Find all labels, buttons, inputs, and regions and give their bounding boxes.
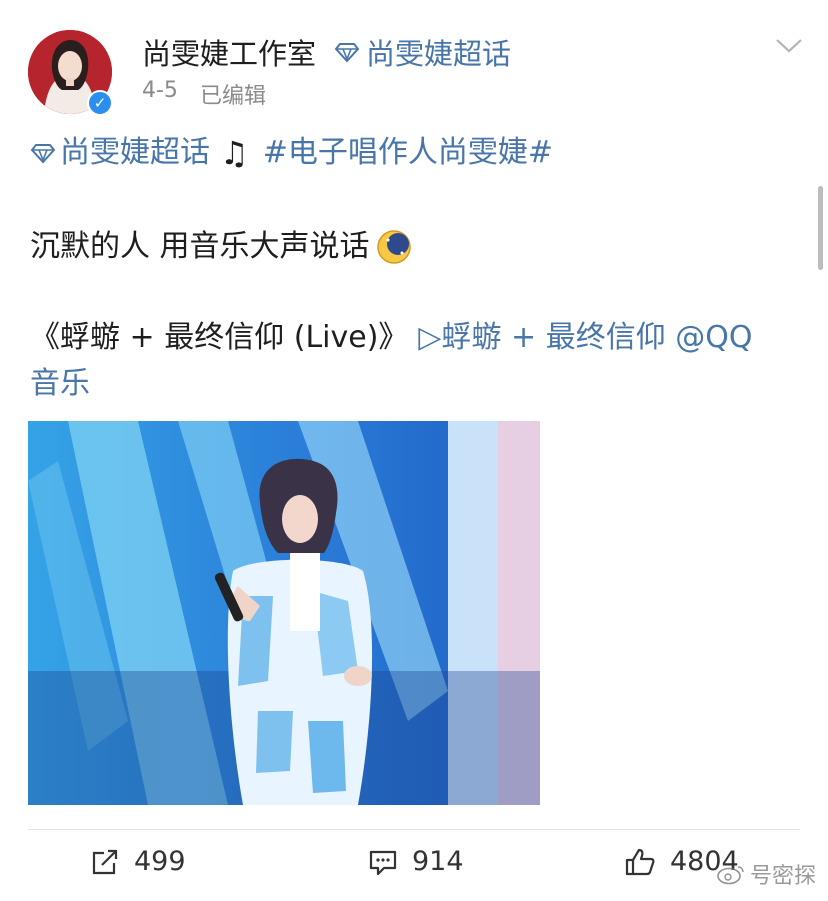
- header-topic-link[interactable]: 尚雯婕超话: [334, 31, 511, 73]
- comment-icon: [369, 850, 397, 875]
- action-bar: 499 914 4804: [0, 840, 828, 890]
- diamond-icon: [334, 43, 360, 63]
- post-photo[interactable]: [28, 421, 540, 805]
- post-text-content: 沉默的人 用音乐大声说话: [30, 229, 370, 264]
- song-link[interactable]: ▷蜉蝣 + 最终信仰 @QQ: [418, 316, 752, 360]
- username[interactable]: 尚雯婕工作室: [142, 31, 316, 73]
- song-title: 《蜉蝣 + 最终信仰 (Live)》: [30, 320, 409, 355]
- comment-button[interactable]: 914: [368, 846, 464, 877]
- song-link-continued[interactable]: 音乐: [30, 362, 90, 406]
- repost-icon: [92, 849, 118, 874]
- watermark-text: 号密探: [750, 864, 817, 889]
- topic-link[interactable]: 尚雯婕超话: [60, 131, 210, 175]
- post-header: ✓ 尚雯婕工作室 尚雯婕超话 4-5 已编辑: [0, 0, 828, 120]
- watermark: 号密探: [716, 858, 816, 890]
- verified-badge-icon: ✓: [87, 90, 113, 116]
- edited-label[interactable]: 已编辑: [200, 78, 266, 110]
- comment-count: 914: [412, 846, 464, 877]
- header-topic-label: 尚雯婕超话: [366, 37, 512, 71]
- post-text: 沉默的人 用音乐大声说话: [30, 225, 412, 269]
- topic-line: 尚雯婕超话 ♫ #电子唱作人尚雯婕#: [30, 131, 553, 175]
- song-line: 《蜉蝣 + 最终信仰 (Live)》 ▷蜉蝣 + 最终信仰 @QQ: [30, 316, 752, 360]
- repost-count: 499: [134, 846, 186, 877]
- moon-emoji-icon: [376, 230, 411, 264]
- weibo-logo-icon: [717, 866, 744, 885]
- repost-button[interactable]: 499: [90, 846, 186, 877]
- music-note-icon: ♫: [220, 134, 249, 172]
- scrollbar[interactable]: [818, 186, 823, 270]
- thumbs-up-icon: [625, 848, 655, 875]
- divider: [28, 829, 800, 830]
- diamond-icon: [30, 144, 56, 164]
- chevron-down-icon[interactable]: [774, 36, 804, 56]
- hashtag-link[interactable]: #电子唱作人尚雯婕#: [263, 131, 553, 175]
- post-date: 4-5: [142, 78, 178, 103]
